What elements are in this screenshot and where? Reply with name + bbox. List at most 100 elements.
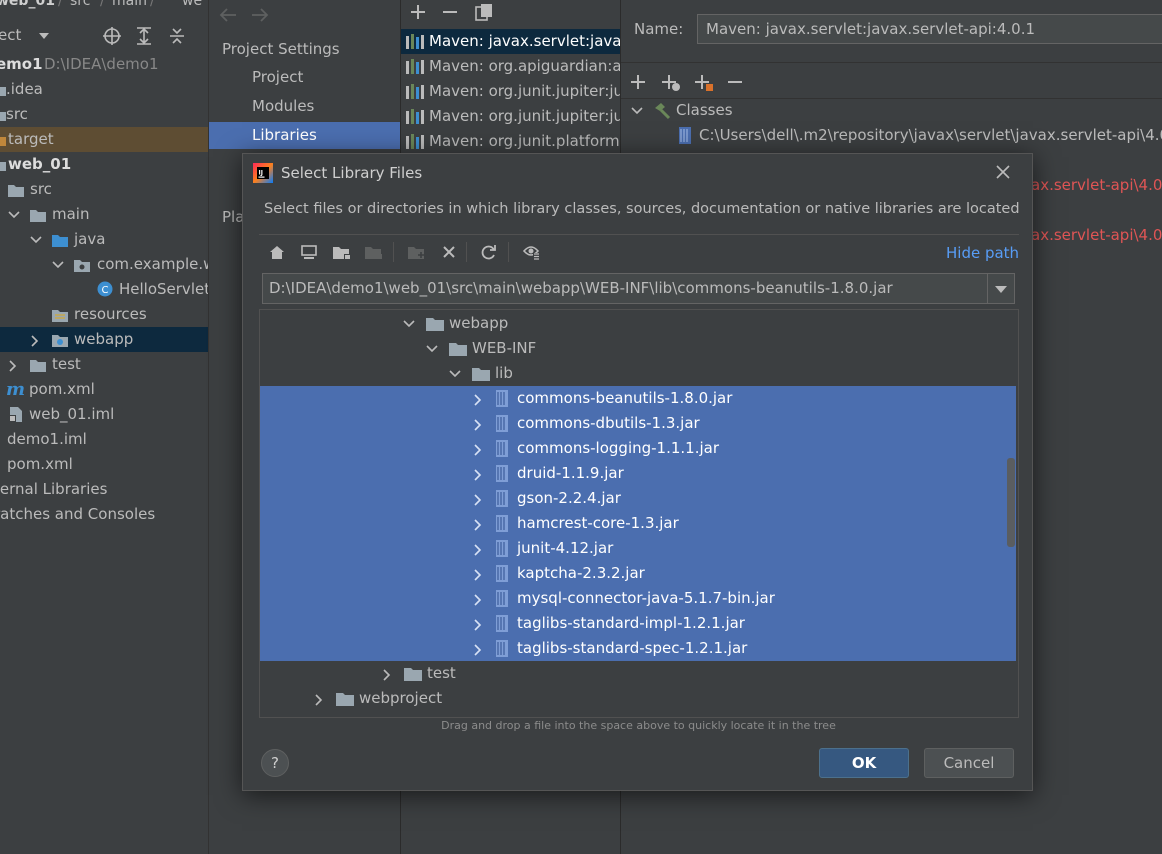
remove-icon[interactable] xyxy=(727,74,743,90)
tree-item[interactable]: test xyxy=(0,352,208,377)
name-field[interactable]: Maven: javax.servlet:javax.servlet-api:4… xyxy=(697,14,1162,44)
nav-item-libraries[interactable]: Libraries xyxy=(209,122,401,149)
home-icon[interactable] xyxy=(265,240,289,264)
jar-row[interactable]: commons-dbutils-1.3.jar xyxy=(260,411,1016,436)
tree-item[interactable]: main xyxy=(0,202,208,227)
add-url-icon[interactable] xyxy=(694,74,714,92)
chevron-down-icon[interactable] xyxy=(449,369,461,379)
new-folder-icon[interactable] xyxy=(405,240,429,264)
cancel-button[interactable]: Cancel xyxy=(924,748,1014,778)
jar-row[interactable]: kaptcha-2.3.2.jar xyxy=(260,561,1016,586)
chevron-right-icon[interactable] xyxy=(473,569,483,581)
tree-item[interactable]: m pom.xml xyxy=(0,377,208,402)
jar-row[interactable]: hamcrest-core-1.3.jar xyxy=(260,511,1016,536)
show-hidden-icon[interactable] xyxy=(520,240,544,264)
tree-folder-row[interactable]: webproject xyxy=(260,686,1016,711)
tree-item[interactable]: com.example.w xyxy=(0,252,208,277)
chevron-right-icon[interactable] xyxy=(473,619,483,631)
tree-item[interactable]: web_01 xyxy=(0,152,208,177)
tree-item[interactable]: pom.xml xyxy=(0,452,208,477)
tree-item[interactable]: .idea xyxy=(0,77,208,102)
chevron-right-icon[interactable] xyxy=(473,544,483,556)
chevron-down-icon[interactable] xyxy=(30,235,42,245)
tree-item[interactable]: ratches and Consoles xyxy=(0,502,208,527)
file-tree[interactable]: webapp WEB-INF lib commons-beanutils-1.8… xyxy=(259,309,1019,718)
chevron-down-icon[interactable] xyxy=(403,319,415,329)
tree-folder-row[interactable]: WEB-INF xyxy=(260,336,1016,361)
jar-row[interactable]: druid-1.1.9.jar xyxy=(260,461,1016,486)
library-item[interactable]: Maven: org.junit.jupiter:jur xyxy=(401,79,621,104)
class-path[interactable]: C:\Users\dell\.m2\repository\javax\servl… xyxy=(699,126,1162,144)
ok-button[interactable]: OK xyxy=(819,748,909,778)
copy-icon[interactable] xyxy=(475,3,493,21)
library-item[interactable]: Maven: org.apiguardian:ap xyxy=(401,54,621,79)
tree-item[interactable]: ternal Libraries xyxy=(0,477,208,502)
project-folder-icon[interactable] xyxy=(330,240,354,264)
tree-item[interactable]: demo1.iml xyxy=(0,427,208,452)
remove-icon[interactable] xyxy=(442,4,458,20)
chevron-right-icon[interactable] xyxy=(314,694,324,706)
chevron-down-icon[interactable] xyxy=(38,32,50,40)
jar-row[interactable]: mysql-connector-java-5.1.7-bin.jar xyxy=(260,586,1016,611)
library-item[interactable]: Maven: javax.servlet:javax. xyxy=(401,29,621,54)
chevron-right-icon[interactable] xyxy=(30,335,40,347)
tree-item[interactable]: C HelloServlet xyxy=(0,277,208,302)
add-icon[interactable] xyxy=(410,4,426,20)
add-special-icon[interactable] xyxy=(661,74,681,92)
chevron-right-icon[interactable] xyxy=(382,669,392,681)
missing-path[interactable]: ax.servlet-api\4.0.1 xyxy=(1031,226,1162,244)
expand-all-icon[interactable] xyxy=(134,26,154,46)
jar-row[interactable]: commons-logging-1.1.1.jar xyxy=(260,436,1016,461)
chevron-down-icon[interactable] xyxy=(8,210,20,220)
tree-item[interactable]: java xyxy=(0,227,208,252)
close-icon[interactable] xyxy=(996,165,1010,179)
chevron-down-icon[interactable] xyxy=(631,106,643,116)
tree-item[interactable]: web_01.iml xyxy=(0,402,208,427)
chevron-right-icon[interactable] xyxy=(473,444,483,456)
delete-icon[interactable] xyxy=(437,240,461,264)
chevron-right-icon[interactable] xyxy=(473,394,483,406)
chevron-down-icon[interactable] xyxy=(426,344,438,354)
breadcrumb-item[interactable]: web_01 xyxy=(0,0,55,9)
chevron-right-icon[interactable] xyxy=(473,469,483,481)
tree-item[interactable]: emo1 D:\IDEA\demo1 xyxy=(0,52,208,77)
tree-item-selected[interactable]: webapp xyxy=(0,327,208,352)
breadcrumb-item[interactable]: main xyxy=(112,0,147,9)
tree-item[interactable]: src xyxy=(0,102,208,127)
jar-row[interactable]: gson-2.2.4.jar xyxy=(260,486,1016,511)
chevron-down-icon[interactable] xyxy=(52,260,64,270)
nav-item-project[interactable]: Project xyxy=(209,65,401,90)
chevron-right-icon[interactable] xyxy=(473,644,483,656)
nav-item-modules[interactable]: Modules xyxy=(209,94,401,119)
missing-path[interactable]: ax.servlet-api\4.0.1 xyxy=(1031,176,1162,194)
locate-icon[interactable] xyxy=(102,26,122,46)
help-button[interactable]: ? xyxy=(261,749,289,777)
path-field[interactable]: D:\IDEA\demo1\web_01\src\main\webapp\WEB… xyxy=(262,273,1015,304)
chevron-right-icon[interactable] xyxy=(473,519,483,531)
tree-item[interactable]: src xyxy=(0,177,208,202)
chevron-right-icon[interactable] xyxy=(473,494,483,506)
hide-path-link[interactable]: Hide path xyxy=(946,244,1019,262)
tree-scrollbar-thumb[interactable] xyxy=(1007,458,1015,547)
jar-row[interactable]: junit-4.12.jar xyxy=(260,536,1016,561)
forward-arrow-icon[interactable] xyxy=(251,7,269,23)
desktop-icon[interactable] xyxy=(297,240,321,264)
breadcrumb-item[interactable]: src xyxy=(70,0,90,9)
chevron-right-icon[interactable] xyxy=(8,360,18,372)
chevron-down-icon[interactable] xyxy=(994,285,1008,294)
view-selector-label[interactable]: ect xyxy=(0,26,21,44)
module-folder-icon[interactable] xyxy=(362,240,386,264)
tree-folder-row[interactable]: test xyxy=(260,661,1016,686)
jar-row[interactable]: taglibs-standard-impl-1.2.1.jar xyxy=(260,611,1016,636)
library-item[interactable]: Maven: org.junit.platform:j xyxy=(401,129,621,154)
tree-item[interactable]: resources xyxy=(0,302,208,327)
tree-folder-row[interactable]: webapp xyxy=(260,311,1016,336)
add-icon[interactable] xyxy=(630,74,646,90)
breadcrumb-item[interactable]: we xyxy=(182,0,202,9)
chevron-right-icon[interactable] xyxy=(473,594,483,606)
chevron-right-icon[interactable] xyxy=(473,419,483,431)
back-arrow-icon[interactable] xyxy=(219,7,237,23)
collapse-all-icon[interactable] xyxy=(167,26,187,46)
tree-item-excluded[interactable]: target xyxy=(0,127,208,152)
tree-folder-row[interactable]: lib xyxy=(260,361,1016,386)
